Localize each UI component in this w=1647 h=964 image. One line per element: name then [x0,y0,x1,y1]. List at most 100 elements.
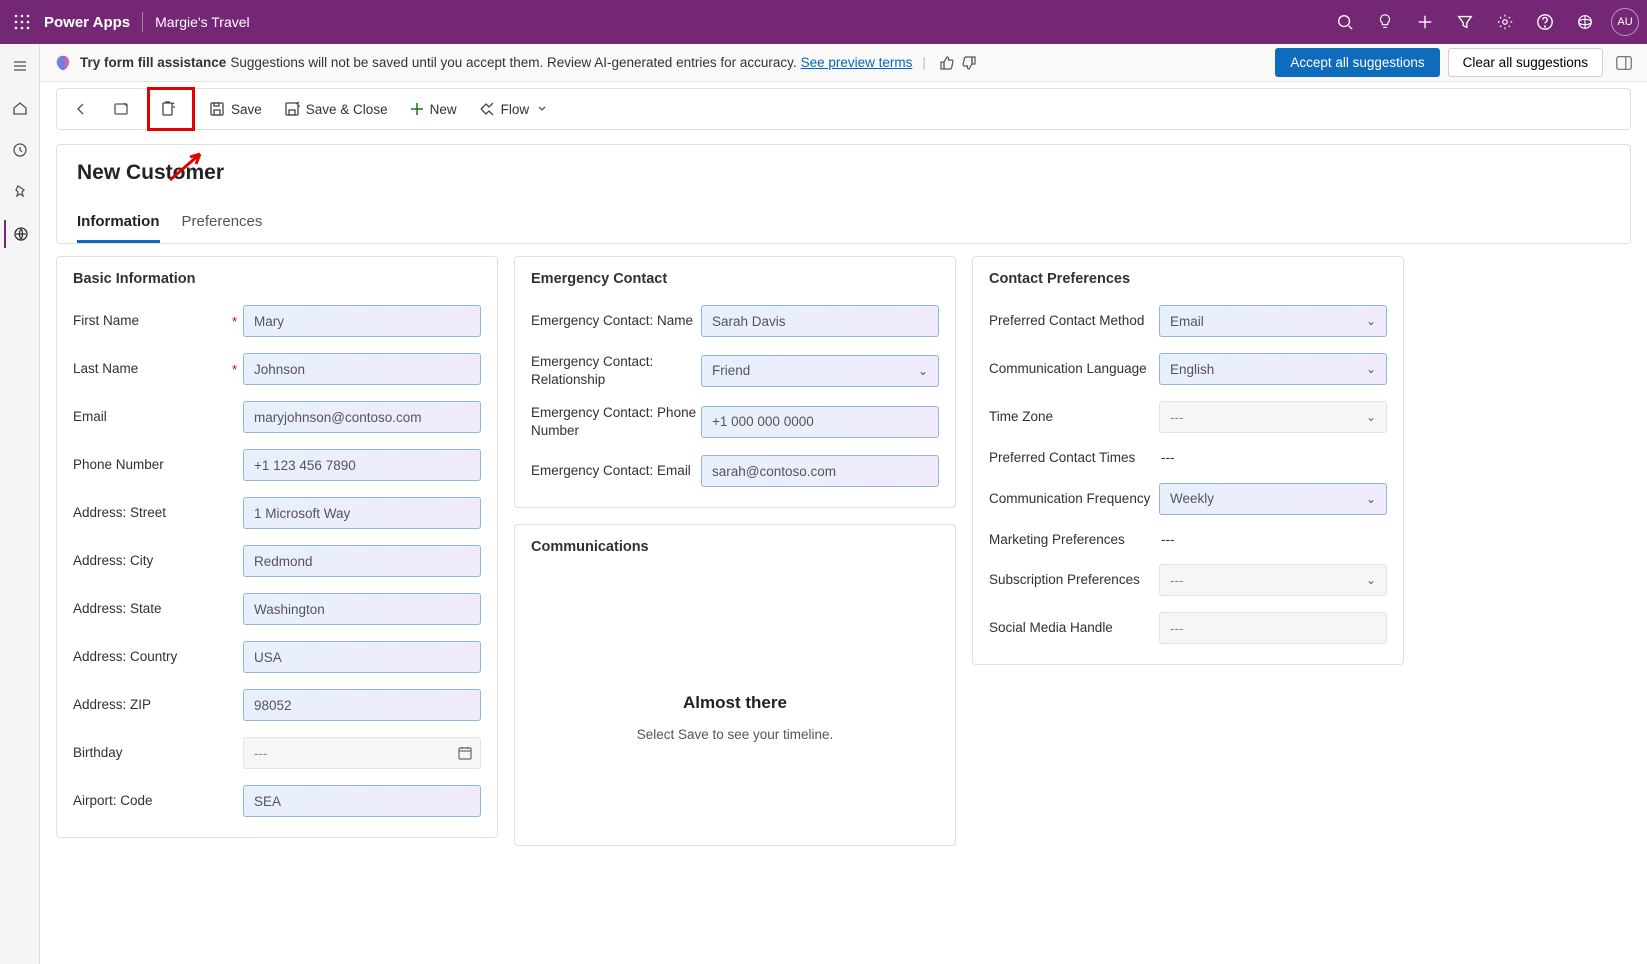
section-contact-preferences: Contact Preferences Preferred Contact Me… [972,256,1404,665]
lightbulb-icon[interactable] [1365,0,1405,44]
user-avatar[interactable]: AU [1611,8,1639,36]
value-marketing-prefs[interactable]: --- [1159,532,1387,547]
input-city[interactable]: Redmond [243,545,481,577]
app-name-label: Margie's Travel [155,14,249,30]
input-country[interactable]: USA [243,641,481,673]
label-contact-times: Preferred Contact Times [989,449,1159,467]
nav-collapse-icon[interactable] [4,52,36,80]
calendar-icon[interactable] [458,746,472,760]
chevron-down-icon: ⌄ [1366,492,1376,506]
open-pane-button[interactable] [105,91,143,127]
section-basic-information: Basic Information First Name*Mary Last N… [56,256,498,838]
label-email: Email [73,408,243,426]
label-country: Address: Country [73,648,243,666]
input-birthday[interactable]: --- [243,737,481,769]
annotation-arrow [168,148,208,182]
label-city: Address: City [73,552,243,570]
select-emerg-rel[interactable]: Friend⌄ [701,355,939,387]
label-airport-code: Airport: Code [73,792,243,810]
input-street[interactable]: 1 Microsoft Way [243,497,481,529]
nav-recent-icon[interactable] [4,136,36,164]
select-comm-language[interactable]: English⌄ [1159,353,1387,385]
record-header: New Customer Information Preferences [56,144,1631,244]
save-close-button[interactable]: Save & Close [274,91,398,127]
input-airport-code[interactable]: SEA [243,785,481,817]
divider [142,12,143,32]
form-fill-banner: Try form fill assistance Suggestions wil… [40,44,1647,82]
app-launcher-icon[interactable] [8,14,36,30]
form-body[interactable]: Basic Information First Name*Mary Last N… [56,256,1643,846]
back-button[interactable] [65,91,103,127]
filter-icon[interactable] [1445,0,1485,44]
label-last-name: Last Name [73,361,138,376]
banner-title: Try form fill assistance [80,55,226,70]
timeline-empty-title: Almost there [531,693,939,713]
chevron-down-icon: ⌄ [1366,410,1376,424]
save-button[interactable]: Save [199,91,272,127]
nav-home-icon[interactable] [4,94,36,122]
thumbs-down-icon[interactable] [958,55,980,71]
copilot-pane-icon[interactable] [1615,54,1633,72]
select-comm-frequency[interactable]: Weekly⌄ [1159,483,1387,515]
value-contact-times[interactable]: --- [1159,450,1387,465]
label-birthday: Birthday [73,744,243,762]
label-emerg-name: Emergency Contact: Name [531,312,701,330]
nav-pinned-icon[interactable] [4,178,36,206]
smart-paste-button[interactable] [151,91,191,127]
accept-all-button[interactable]: Accept all suggestions [1275,48,1439,77]
select-time-zone[interactable]: ---⌄ [1159,401,1387,433]
select-contact-method[interactable]: Email⌄ [1159,305,1387,337]
environment-icon[interactable] [1565,0,1605,44]
search-icon[interactable] [1325,0,1365,44]
new-button[interactable]: New [400,91,467,127]
input-first-name[interactable]: Mary [243,305,481,337]
copilot-icon [54,54,72,72]
chevron-down-icon: ⌄ [1366,573,1376,587]
label-contact-method: Preferred Contact Method [989,312,1159,330]
chevron-down-icon: ⌄ [1366,362,1376,376]
tab-information[interactable]: Information [77,213,160,243]
input-emerg-name[interactable]: Sarah Davis [701,305,939,337]
label-emerg-rel: Emergency Contact: Relationship [531,353,701,388]
add-icon[interactable] [1405,0,1445,44]
clear-all-button[interactable]: Clear all suggestions [1448,48,1603,77]
select-subscription-prefs[interactable]: ---⌄ [1159,564,1387,596]
input-emerg-phone[interactable]: +1 000 000 0000 [701,406,939,438]
label-time-zone: Time Zone [989,408,1159,426]
timeline-empty-subtitle: Select Save to see your timeline. [531,727,939,742]
nav-customers-icon[interactable] [4,220,36,248]
input-zip[interactable]: 98052 [243,689,481,721]
label-emerg-email: Emergency Contact: Email [531,462,701,480]
section-title: Contact Preferences [989,271,1387,287]
label-phone: Phone Number [73,456,243,474]
input-state[interactable]: Washington [243,593,481,625]
label-state: Address: State [73,600,243,618]
form-tabs: Information Preferences [77,213,1610,243]
left-nav-rail [0,44,40,964]
label-comm-frequency: Communication Frequency [989,490,1159,508]
label-subscription-prefs: Subscription Preferences [989,571,1159,589]
page-title: New Customer [77,161,1610,185]
settings-icon[interactable] [1485,0,1525,44]
input-emerg-email[interactable]: sarah@contoso.com [701,455,939,487]
label-street: Address: Street [73,504,243,522]
input-last-name[interactable]: Johnson [243,353,481,385]
input-phone[interactable]: +1 123 456 7890 [243,449,481,481]
tab-preferences[interactable]: Preferences [182,213,263,243]
label-zip: Address: ZIP [73,696,243,714]
input-social-handle[interactable]: --- [1159,612,1387,644]
section-title: Emergency Contact [531,271,939,287]
section-title: Communications [531,539,939,555]
label-first-name: First Name [73,313,139,328]
flow-button[interactable]: Flow [469,91,564,127]
section-emergency-contact: Emergency Contact Emergency Contact: Nam… [514,256,956,508]
label-marketing-prefs: Marketing Preferences [989,531,1159,549]
preview-terms-link[interactable]: See preview terms [801,55,913,70]
chevron-down-icon: ⌄ [1366,314,1376,328]
chevron-down-icon: ⌄ [918,364,928,378]
thumbs-up-icon[interactable] [936,55,958,71]
label-emerg-phone: Emergency Contact: Phone Number [531,404,701,439]
banner-text: Suggestions will not be saved until you … [230,55,796,70]
input-email[interactable]: maryjohnson@contoso.com [243,401,481,433]
help-icon[interactable] [1525,0,1565,44]
